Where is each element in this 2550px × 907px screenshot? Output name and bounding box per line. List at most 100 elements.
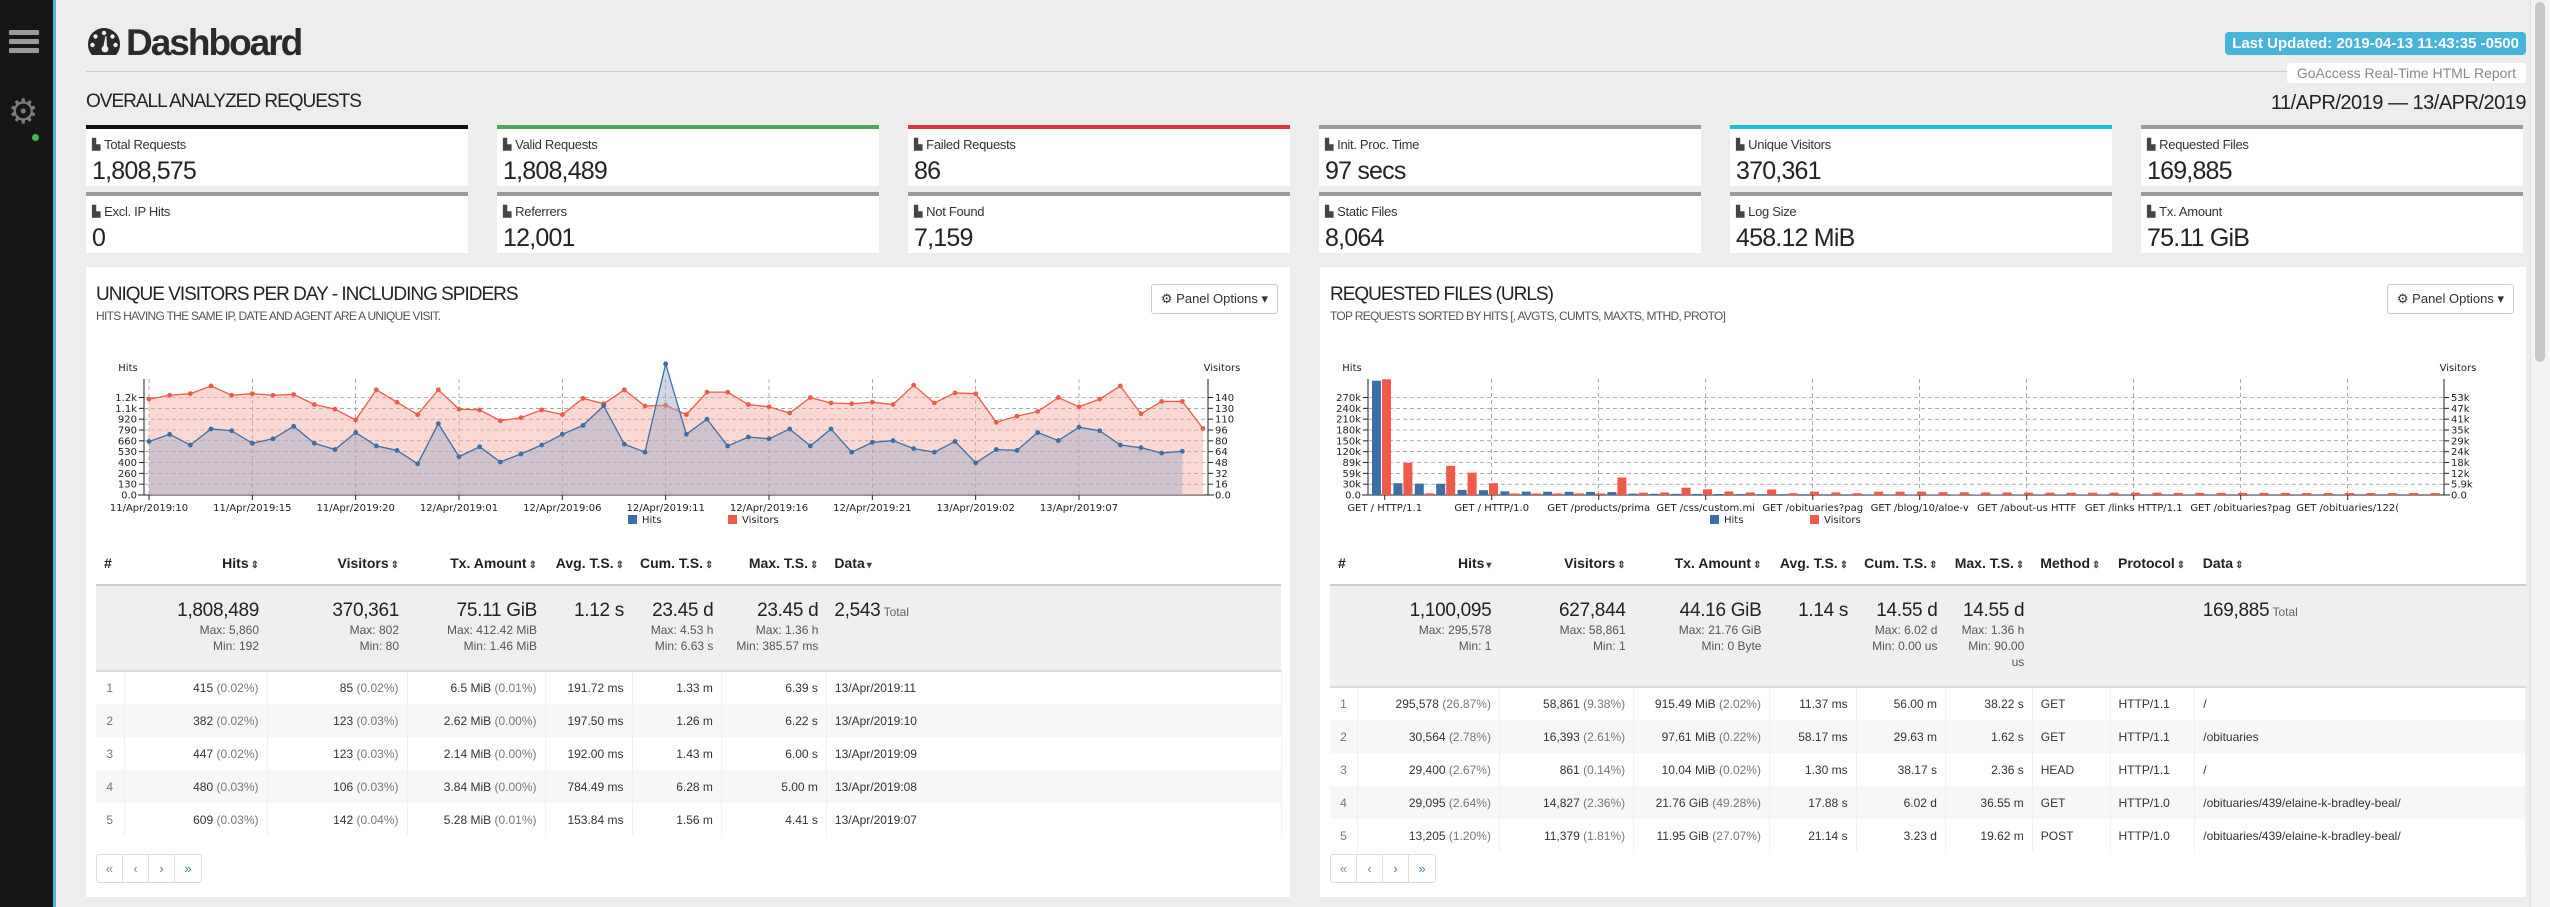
hits-point [311,440,317,446]
panel-options-button[interactable]: ⚙ Panel Options ▾ [2386,284,2514,314]
next-page-button[interactable]: › [1383,855,1409,882]
column-header[interactable]: Data ⇕ [2194,542,2526,586]
table-row[interactable]: 4 29,095 (2.64%) 14,827 (2.36%) 21.76 GiB (… [1330,786,2526,819]
visitors-bar [2237,492,2247,495]
first-page-button[interactable]: « [97,855,123,882]
x-tick-label: GET /products/prima [1547,503,1650,514]
visitors-point [766,404,772,410]
cell-cum: 1.26 m [632,704,722,737]
hits-point [1055,438,1061,443]
column-header[interactable]: Max. T.S. ⇕ [721,542,827,586]
column-header[interactable]: Avg. T.S. ⇕ [1769,542,1857,586]
visitors-point [332,406,338,412]
column-header[interactable]: Avg. T.S. ⇕ [545,542,632,586]
stat-label: Unique Visitors [1748,137,1831,152]
cell-protocol: HTTP/1.0 [2110,786,2196,819]
legend-label: Visitors [1824,515,1861,526]
page-scrollbar[interactable] [2530,0,2550,907]
menu-icon[interactable] [9,30,39,58]
cell-avg: 192.00 ms [545,737,633,770]
column-header[interactable]: Hits ▾ [1357,542,1500,586]
date-range: 11/APR/2019 — 13/APR/2019 [2270,92,2527,114]
prev-page-button[interactable]: ‹ [123,855,149,882]
table-row[interactable]: 3 29,400 (2.67%) 861 (0.14%) 10.04 MiB (0.0… [1330,753,2526,786]
total-max: Max: 5,860 [199,623,259,637]
totals-data: 169,885 Total [2194,585,2526,688]
y-tick-label: 400 [118,458,137,469]
cell-tx: 21.76 GiB (49.28%) [1633,786,1770,819]
page-header: Dashboard [86,22,303,64]
total-min: Min: 1 [1592,639,1626,653]
cell-hits: 30,564 (2.78%) [1357,720,1500,753]
y2-tick-label: 80 [1215,436,1228,447]
hits-point [807,443,813,449]
cell-avg: 1.30 ms [1769,753,1857,786]
last-page-button[interactable]: » [1409,855,1435,882]
first-page-button[interactable]: « [1331,855,1357,882]
column-header[interactable]: Protocol ⇕ [2110,542,2195,586]
table-row[interactable]: 5 13,205 (1.20%) 11,379 (1.81%) 11.95 GiB (… [1330,819,2526,852]
column-header[interactable]: Hits ⇕ [124,542,267,586]
cell-method: POST [2032,819,2111,852]
cell-visitors: 14,827 (2.36%) [1499,786,1635,819]
row-index: 2 [96,704,125,737]
stat-value: 1,808,575 [92,157,197,185]
sort-icon: ⇕ [250,560,259,571]
table-row[interactable]: 1 295,578 (26.87%) 58,861 (9.38%) 915.49 Mi… [1330,687,2526,720]
hits-percent: (2.64%) [1448,795,1491,810]
visitors-bar [2002,492,2012,495]
hits-bar [1778,494,1788,495]
totals-visitors: 370,361 Max: 802 Min: 80 [267,585,407,672]
visitors-point [1097,396,1103,402]
table-row[interactable]: 1 415 (0.02%) 85 (0.02%) 6.5 MiB (0.01%) 191… [96,671,1282,704]
hits-value: 295,578 [1395,697,1439,711]
column-header[interactable]: Method ⇕ [2032,542,2110,586]
last-page-button[interactable]: » [175,855,201,882]
stat-label: Log Size [1748,204,1797,219]
column-header[interactable]: Tx. Amount ⇕ [407,542,545,586]
tx-value: 11.95 GiB [1656,828,1709,843]
prev-page-button[interactable]: ‹ [1357,855,1383,882]
column-label: # [104,555,112,571]
legend-label: Hits [1724,515,1743,526]
column-header[interactable]: Cum. T.S. ⇕ [632,542,722,586]
hits-point [1117,442,1123,448]
table-row[interactable]: 3 447 (0.02%) 123 (0.03%) 2.14 MiB (0.00%) 1… [96,737,1282,770]
cell-visitors: 85 (0.02%) [267,671,408,704]
totals-tx: 75.11 GiB Max: 412.42 MiB Min: 1.46 MiB [407,585,545,672]
table-row[interactable]: 5 609 (0.03%) 142 (0.04%) 5.28 MiB (0.01%) 1… [96,803,1282,836]
visitors-point [1014,413,1020,419]
column-header[interactable]: Cum. T.S. ⇕ [1856,542,1946,586]
column-label: Max. T.S. [1954,555,2014,571]
panel-options-button[interactable]: ⚙ Panel Options ▾ [1150,284,1278,314]
next-page-button[interactable]: › [149,855,175,882]
hits-percent: (2.67%) [1448,762,1491,777]
table-row[interactable]: 2 30,564 (2.78%) 16,393 (2.61%) 97.61 MiB (… [1330,720,2526,753]
column-header[interactable]: Visitors ⇕ [1499,542,1634,586]
tx-percent: (0.00%) [494,779,537,794]
settings-gear-icon[interactable]: ⚙ [8,95,38,129]
stat-label: Valid Requests [515,137,598,152]
tx-percent: (0.02%) [1718,762,1761,777]
y-tick-label: 530 [118,447,137,458]
y-tick-label: 130 [118,480,137,491]
column-header[interactable]: Visitors ⇕ [267,542,407,586]
column-header[interactable]: Max. T.S. ⇕ [1945,542,2033,586]
row-index: 5 [1330,819,1358,852]
visitors-bar [1767,489,1777,495]
column-header[interactable]: Tx. Amount ⇕ [1633,542,1770,586]
table-row[interactable]: 2 382 (0.02%) 123 (0.03%) 2.62 MiB (0.00%) 1… [96,704,1282,737]
stat-label: Total Requests [104,137,186,152]
total-min: Min: 90.00 us [1968,639,2025,669]
stat-value: 7,159 [914,224,973,252]
total-value: 23.45 d [757,600,819,621]
scrollbar-thumb[interactable] [2535,2,2545,362]
stat-card: ▙ Valid Requests 1,808,489 [497,125,879,186]
table-row[interactable]: 4 480 (0.03%) 106 (0.03%) 3.84 MiB (0.00%) 7… [96,770,1282,803]
bar-chart-icon: ▙ [92,139,101,151]
visitors-point [973,391,979,397]
column-header[interactable]: Data ▾ [826,542,1282,586]
cell-tx: 97.61 MiB (0.22%) [1633,720,1770,753]
sort-icon: ⇕ [1617,560,1626,571]
visitors-bar [2066,492,2076,495]
